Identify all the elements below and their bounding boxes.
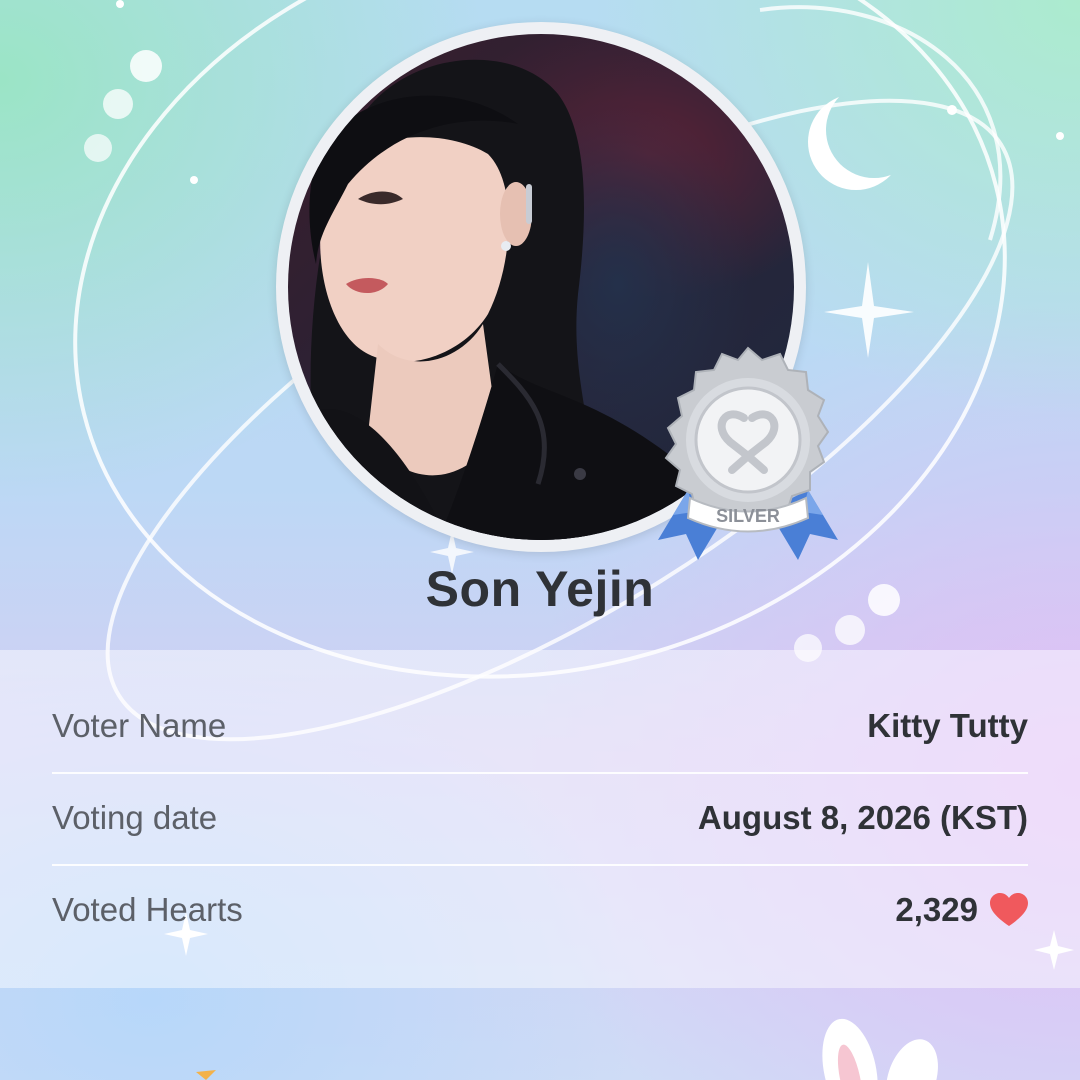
voter-name-text: Kitty Tutty [867, 707, 1028, 744]
voted-hearts-count: 2,329 [895, 891, 978, 928]
voted-hearts-value: 2,329 [895, 891, 1028, 929]
voter-name-value: Kitty Tutty [867, 707, 1028, 745]
voted-hearts-label: Voted Hearts [52, 891, 243, 928]
voter-name-label: Voter Name [52, 707, 227, 744]
artist-name: Son Yejin [425, 561, 655, 617]
orbit-dot [130, 50, 162, 82]
voting-date-text: August 8, 2026 (KST) [697, 799, 1028, 836]
voting-date-value: August 8, 2026 (KST) [698, 799, 1028, 837]
heart-icon [990, 893, 1028, 926]
badge-label: SILVER [716, 506, 780, 526]
voting-date-label: Voting date [52, 799, 218, 836]
voting-date-row: Voting date August 8, 2026 (KST) [52, 772, 1028, 866]
silver-badge: SILVER [648, 340, 848, 570]
orbit-dot [103, 89, 133, 119]
bunny-ears-icon [822, 1018, 938, 1080]
vote-info-card: Voter Name Kitty Tutty Voting date Augus… [0, 650, 1080, 988]
orbit-dot [835, 615, 865, 645]
crescent-moon-icon [826, 82, 922, 178]
voted-hearts-row: Voted Hearts 2,329 [52, 864, 1028, 956]
orbit-dot [84, 134, 112, 162]
voter-name-row: Voter Name Kitty Tutty [52, 680, 1028, 774]
